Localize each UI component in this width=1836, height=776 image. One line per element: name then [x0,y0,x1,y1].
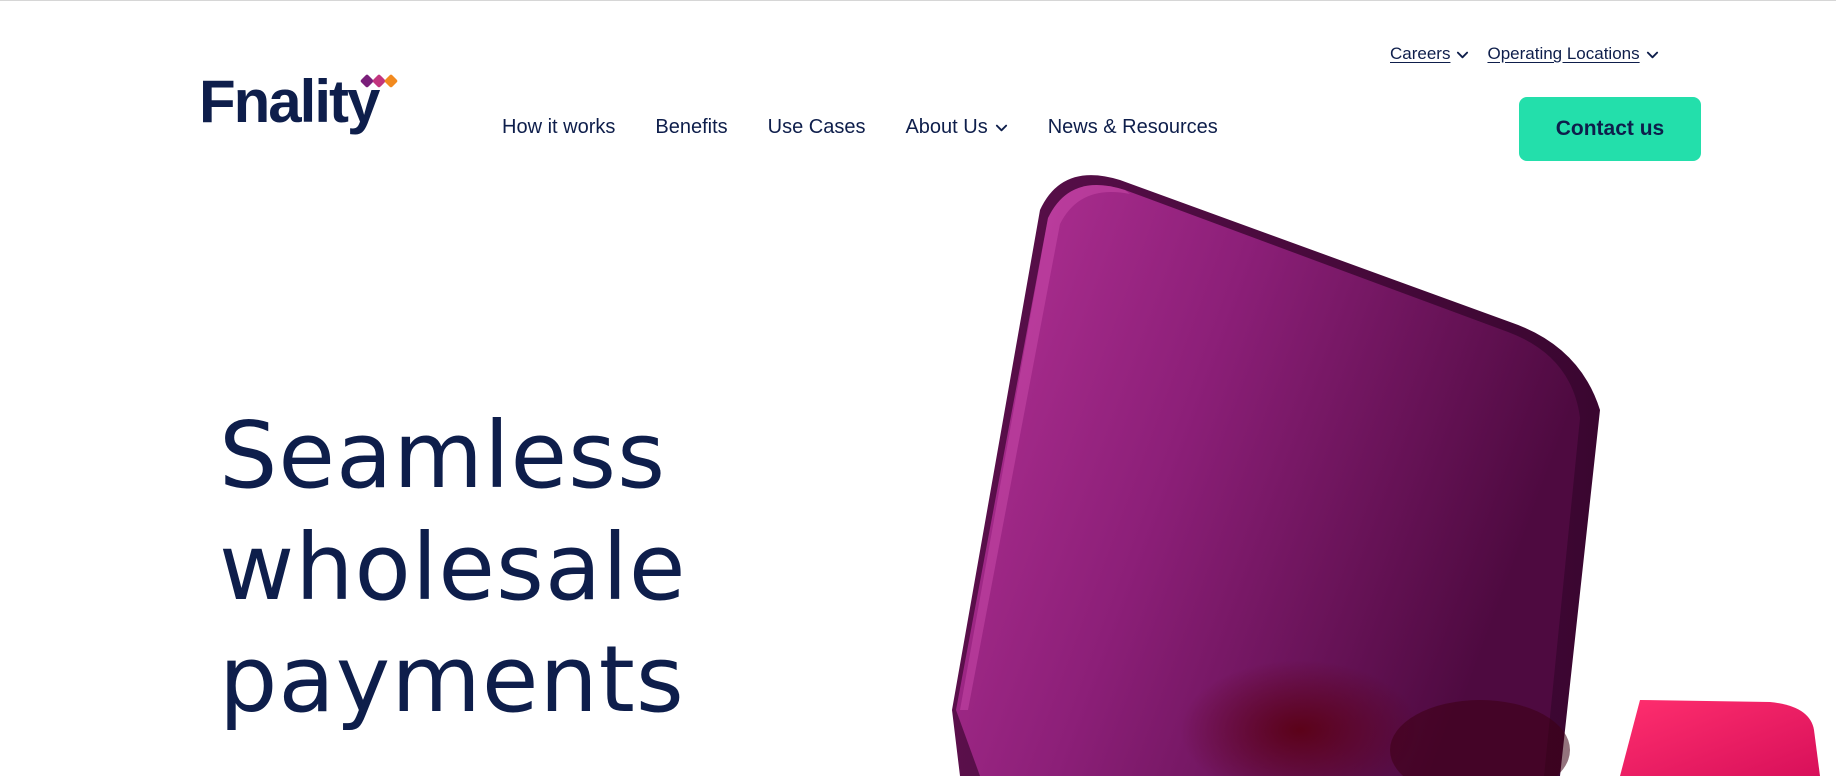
nav-about-us[interactable]: About Us [905,116,1007,139]
hero-title-line-1: Seamless [219,402,667,509]
nav-use-cases[interactable]: Use Cases [768,116,866,139]
operating-locations-label: Operating Locations [1487,44,1640,63]
nav-news-resources-label: News & Resources [1047,116,1218,138]
nav-about-us-label: About Us [905,116,988,138]
operating-locations-link[interactable]: Operating Locations [1487,44,1658,64]
fnality-logo[interactable]: Fnality [199,66,404,146]
main-nav: How it works Benefits Use Cases About Us… [502,116,1218,139]
chevron-down-icon [1457,51,1469,58]
chevron-down-icon [1646,51,1658,58]
logo-wordmark: Fnality [199,68,380,135]
careers-link[interactable]: Careers [1390,44,1469,64]
nav-use-cases-label: Use Cases [767,116,866,138]
hero-3d-tiles-image [952,175,1820,776]
hero-title-line-2: wholesale [219,514,687,621]
nav-news-resources[interactable]: News & Resources [1048,116,1218,139]
top-divider [0,0,1836,1]
hero-title: Seamless wholesale payments [219,400,686,736]
utility-nav: Careers Operating Locations [1390,44,1659,64]
nav-benefits[interactable]: Benefits [655,116,727,139]
careers-label: Careers [1390,44,1451,63]
logo-dots-icon [360,74,398,88]
chevron-down-icon [995,124,1007,132]
hero-title-line-3: payments [219,626,685,733]
nav-how-it-works-label: How it works [502,116,616,138]
nav-benefits-label: Benefits [655,116,728,138]
nav-how-it-works[interactable]: How it works [502,116,615,139]
